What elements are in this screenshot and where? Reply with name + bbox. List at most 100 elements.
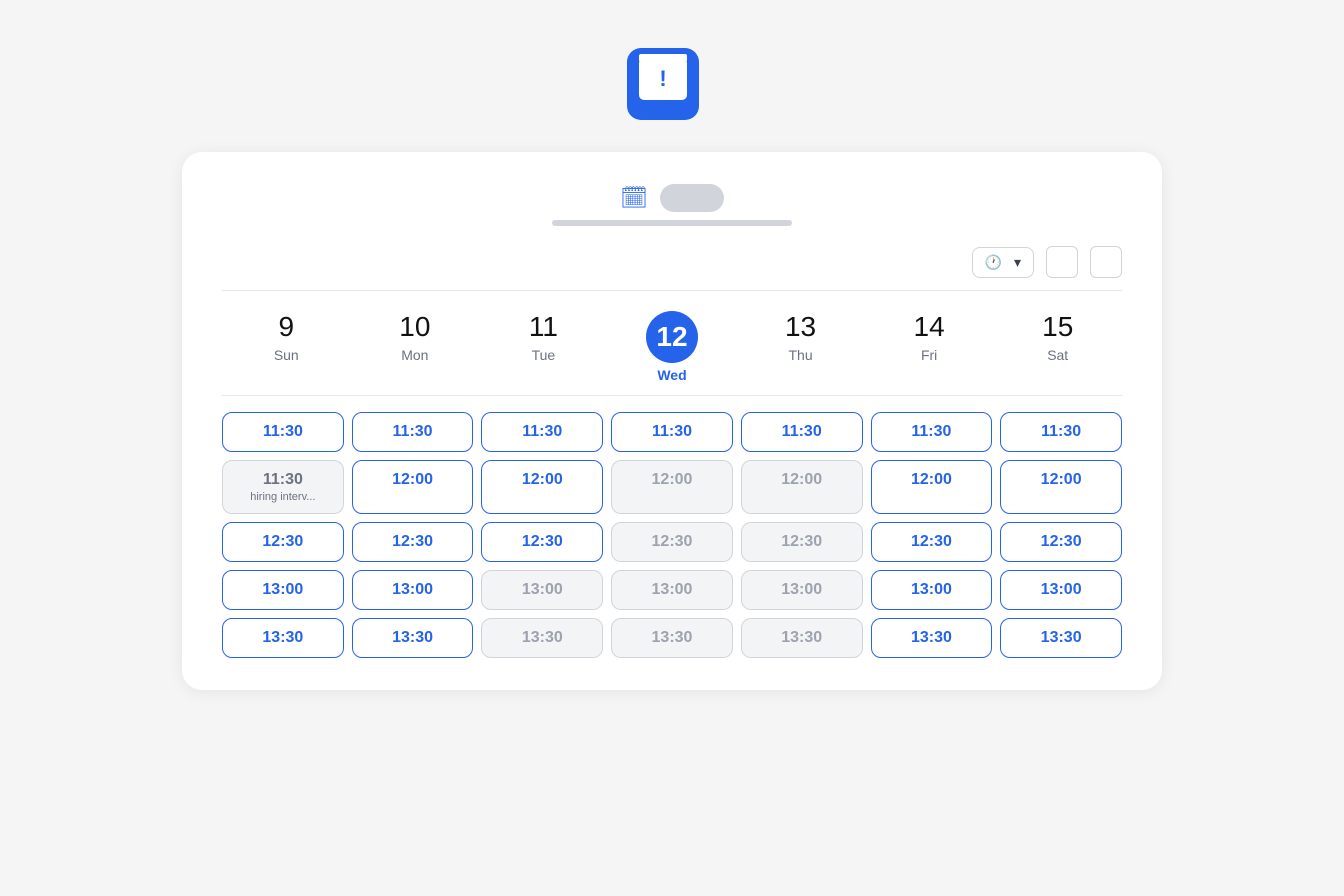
slot-time: 13:30 bbox=[878, 629, 986, 647]
day-name: Mon bbox=[401, 347, 428, 363]
day-number: 12 bbox=[646, 311, 698, 363]
slot-time: 12:00 bbox=[1007, 471, 1115, 489]
time-slot[interactable]: 13:00 bbox=[352, 570, 474, 610]
time-slot[interactable]: 12:00 bbox=[1000, 460, 1122, 514]
slot-time: 12:30 bbox=[878, 533, 986, 551]
slot-time: 11:30 bbox=[229, 423, 337, 441]
prev-button[interactable] bbox=[1046, 246, 1078, 278]
day-column-mon: 10 Mon bbox=[351, 311, 480, 383]
slot-time: 13:30 bbox=[748, 629, 856, 647]
icon-toggle-row: 🗓 bbox=[620, 184, 724, 212]
slot-time: 12:00 bbox=[878, 471, 986, 489]
time-slot: 13:30 bbox=[741, 618, 863, 658]
day-number: 14 bbox=[914, 311, 945, 343]
time-slot[interactable]: 12:00 bbox=[871, 460, 993, 514]
day-column-wed: 12 Wed bbox=[608, 311, 737, 383]
day-column-sun: 9 Sun bbox=[222, 311, 351, 383]
slot-time: 12:30 bbox=[1007, 533, 1115, 551]
time-slot: 13:00 bbox=[611, 570, 733, 610]
day-column-thu: 13Thu bbox=[736, 311, 865, 383]
day-name: Sun bbox=[274, 347, 299, 363]
day-name: Sat bbox=[1047, 347, 1068, 363]
slot-time: 13:00 bbox=[488, 581, 596, 599]
day-name: Wed bbox=[657, 367, 686, 383]
time-slot[interactable]: 11:30 bbox=[871, 412, 993, 452]
slot-subtitle: hiring interv... bbox=[229, 491, 337, 503]
time-slot: 13:30 bbox=[481, 618, 603, 658]
slot-time: 13:30 bbox=[618, 629, 726, 647]
time-slot[interactable]: 12:30 bbox=[481, 522, 603, 562]
toggle-switch[interactable] bbox=[660, 184, 724, 212]
day-column-sat: 15 Sat bbox=[993, 311, 1122, 383]
time-slot[interactable]: 11:30 bbox=[222, 412, 344, 452]
slot-time: 13:30 bbox=[359, 629, 467, 647]
time-slot[interactable]: 12:30 bbox=[222, 522, 344, 562]
next-button[interactable] bbox=[1090, 246, 1122, 278]
slot-time: 12:30 bbox=[359, 533, 467, 551]
clock-icon: 🕐 bbox=[985, 254, 1002, 271]
time-slot[interactable]: 12:30 bbox=[1000, 522, 1122, 562]
time-slot[interactable]: 13:30 bbox=[222, 618, 344, 658]
time-slot[interactable]: 12:00 bbox=[481, 460, 603, 514]
slot-time: 13:30 bbox=[1007, 629, 1115, 647]
time-slot[interactable]: 11:30 bbox=[481, 412, 603, 452]
day-column-tue: 11Tue bbox=[479, 311, 608, 383]
time-slot: 13:00 bbox=[481, 570, 603, 610]
main-card: 🗓 🕐 ▾ 9 Sun 10 Mon 11Tue 12 Wed 13Thu 14 Fri 15 Sat… bbox=[182, 152, 1162, 690]
day-number: 11 bbox=[529, 311, 558, 343]
time-slot[interactable]: 11:30 bbox=[611, 412, 733, 452]
slot-time: 12:30 bbox=[229, 533, 337, 551]
day-number: 10 bbox=[399, 311, 430, 343]
slot-time: 13:00 bbox=[1007, 581, 1115, 599]
day-name: Thu bbox=[789, 347, 813, 363]
time-slot[interactable]: 11:30 bbox=[741, 412, 863, 452]
days-header: 9 Sun 10 Mon 11Tue 12 Wed 13Thu 14 Fri 15 Sat bbox=[222, 311, 1122, 396]
slot-time: 12:30 bbox=[618, 533, 726, 551]
slot-time: 12:00 bbox=[488, 471, 596, 489]
time-slot[interactable]: 13:00 bbox=[871, 570, 993, 610]
slot-time: 12:30 bbox=[488, 533, 596, 551]
timezone-dropdown-icon: ▾ bbox=[1014, 254, 1021, 271]
time-slot[interactable]: 12:30 bbox=[352, 522, 474, 562]
day-number: 15 bbox=[1042, 311, 1073, 343]
time-slot: 12:30 bbox=[611, 522, 733, 562]
slot-time: 11:30 bbox=[359, 423, 467, 441]
time-grid: 11:30 11:30 11:30 11:30 11:30 11:30 11:30 11:30… bbox=[222, 412, 1122, 658]
slot-time: 13:00 bbox=[878, 581, 986, 599]
time-slot[interactable]: 12:00 bbox=[352, 460, 474, 514]
calendar-small-icon: 🗓 bbox=[620, 185, 648, 211]
app-icon bbox=[627, 48, 699, 120]
slot-time: 13:30 bbox=[488, 629, 596, 647]
day-name: Fri bbox=[921, 347, 937, 363]
time-slot[interactable]: 11:30 bbox=[352, 412, 474, 452]
slot-time: 13:00 bbox=[229, 581, 337, 599]
slot-time: 13:00 bbox=[618, 581, 726, 599]
slot-time: 12:00 bbox=[618, 471, 726, 489]
slot-time: 11:30 bbox=[878, 423, 986, 441]
time-slot: 12:30 bbox=[741, 522, 863, 562]
page-header bbox=[627, 48, 717, 120]
time-slot: 12:00 bbox=[611, 460, 733, 514]
slot-time: 11:30 bbox=[618, 423, 726, 441]
day-column-fri: 14 Fri bbox=[865, 311, 994, 383]
slot-time: 11:30 bbox=[748, 423, 856, 441]
slot-time: 12:00 bbox=[359, 471, 467, 489]
slot-time: 13:00 bbox=[359, 581, 467, 599]
nav-right: 🕐 ▾ bbox=[972, 246, 1122, 278]
time-slot[interactable]: 12:30 bbox=[871, 522, 993, 562]
slot-time: 11:30 bbox=[229, 471, 337, 489]
time-slot[interactable]: 13:30 bbox=[1000, 618, 1122, 658]
slot-time: 13:00 bbox=[748, 581, 856, 599]
slot-time: 12:30 bbox=[748, 533, 856, 551]
timezone-button[interactable]: 🕐 ▾ bbox=[972, 247, 1034, 278]
slot-time: 11:30 bbox=[1007, 423, 1115, 441]
time-slot[interactable]: 13:30 bbox=[352, 618, 474, 658]
day-number: 9 bbox=[278, 311, 294, 343]
slot-time: 12:00 bbox=[748, 471, 856, 489]
time-slot[interactable]: 13:30 bbox=[871, 618, 993, 658]
time-slot[interactable]: 11:30 bbox=[1000, 412, 1122, 452]
slot-time: 13:30 bbox=[229, 629, 337, 647]
time-slot[interactable]: 13:00 bbox=[1000, 570, 1122, 610]
slot-time: 11:30 bbox=[488, 423, 596, 441]
time-slot[interactable]: 13:00 bbox=[222, 570, 344, 610]
